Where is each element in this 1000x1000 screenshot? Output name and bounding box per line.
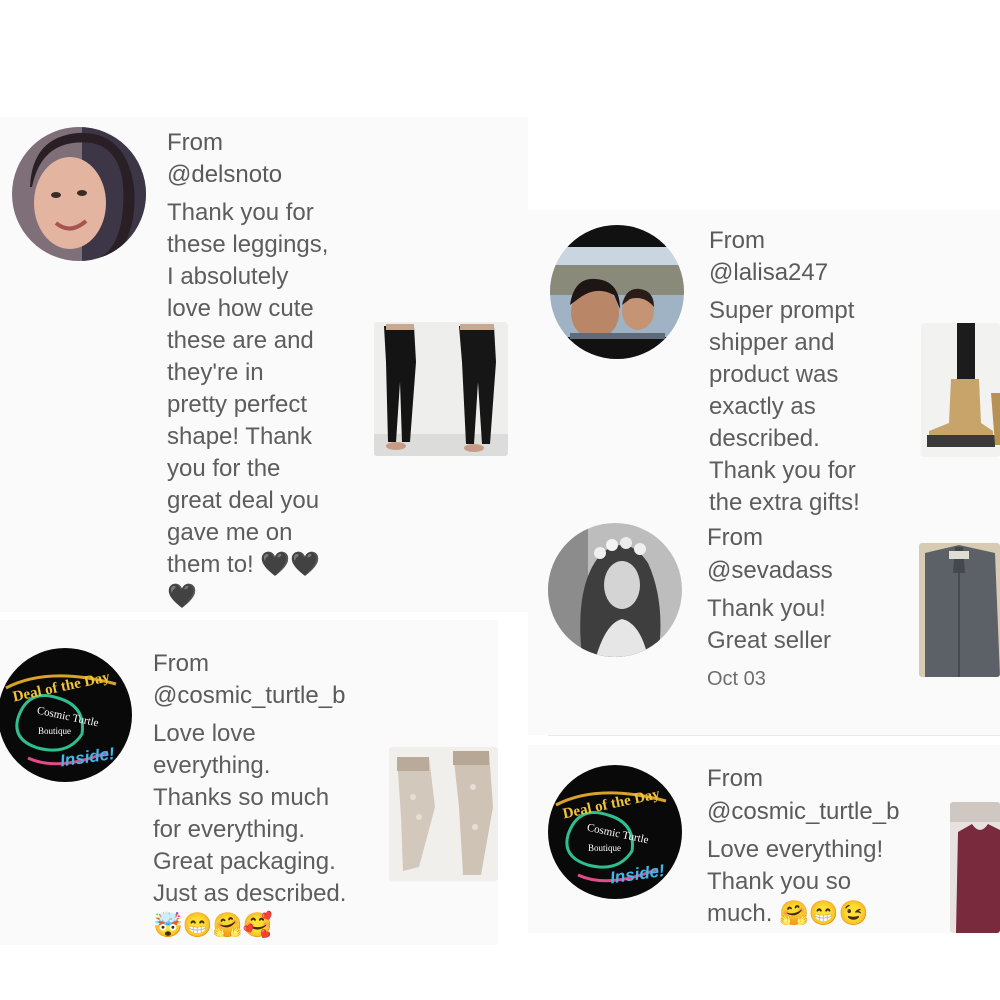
from-label: From: [709, 227, 765, 254]
item-thumbnail-stockings[interactable]: [389, 747, 498, 881]
avatar-lalisa247[interactable]: [550, 225, 684, 359]
avatar-cosmic-turtle[interactable]: Deal of the Day Cosmic Turtle Boutique I…: [548, 765, 682, 899]
avatar-cosmic-turtle[interactable]: Deal of the Day Cosmic Turtle Boutique I…: [0, 648, 132, 782]
review-card-lalisa247: From @lalisa247 Super prompt shipper and…: [528, 210, 1000, 530]
from-label: From: [707, 765, 763, 792]
avatar-sevadass[interactable]: [548, 523, 682, 657]
item-thumbnail-shirt[interactable]: [919, 543, 1000, 677]
reviewer-handle[interactable]: @sevadass: [707, 557, 833, 585]
from-label: From: [707, 524, 763, 551]
reviewer-handle[interactable]: @cosmic_turtle_b: [153, 682, 345, 710]
reviewer-handle[interactable]: @delsnoto: [167, 161, 282, 189]
item-thumbnail-boots[interactable]: [921, 323, 1000, 457]
review-message: Super prompt shipper and product was exa…: [709, 297, 860, 516]
divider: [548, 735, 1000, 736]
logo-text-boutique: Boutique: [588, 843, 621, 853]
reviewer-handle[interactable]: @cosmic_turtle_b: [707, 798, 899, 826]
from-label: From: [153, 650, 209, 677]
review-card-cosmic-turtle-2: Deal of the Day Cosmic Turtle Boutique I…: [528, 745, 1000, 933]
review-card-sevadass: From @sevadass Thank you! Great seller O…: [528, 520, 1000, 735]
review-card-cosmic-turtle-1: Deal of the Day Cosmic Turtle Boutique I…: [0, 620, 498, 945]
item-thumbnail-leggings[interactable]: [374, 322, 508, 456]
review-date: Oct 03: [707, 668, 766, 690]
item-thumbnail-top[interactable]: [950, 802, 1000, 933]
review-message: Love love everything. Thanks so much for…: [153, 720, 347, 939]
review-message: Thank you for these leggings, I absolute…: [167, 199, 329, 610]
review-message: Love everything! Thank you so much. 🤗😁😉: [707, 836, 884, 927]
review-card-delsnoto: From @delsnoto Thank you for these leggi…: [0, 117, 528, 612]
avatar-delsnoto[interactable]: [12, 127, 146, 261]
reviewer-handle[interactable]: @lalisa247: [709, 259, 828, 287]
review-message: Thank you! Great seller: [707, 595, 832, 654]
from-label: From: [167, 129, 223, 156]
logo-text-boutique: Boutique: [38, 726, 71, 736]
